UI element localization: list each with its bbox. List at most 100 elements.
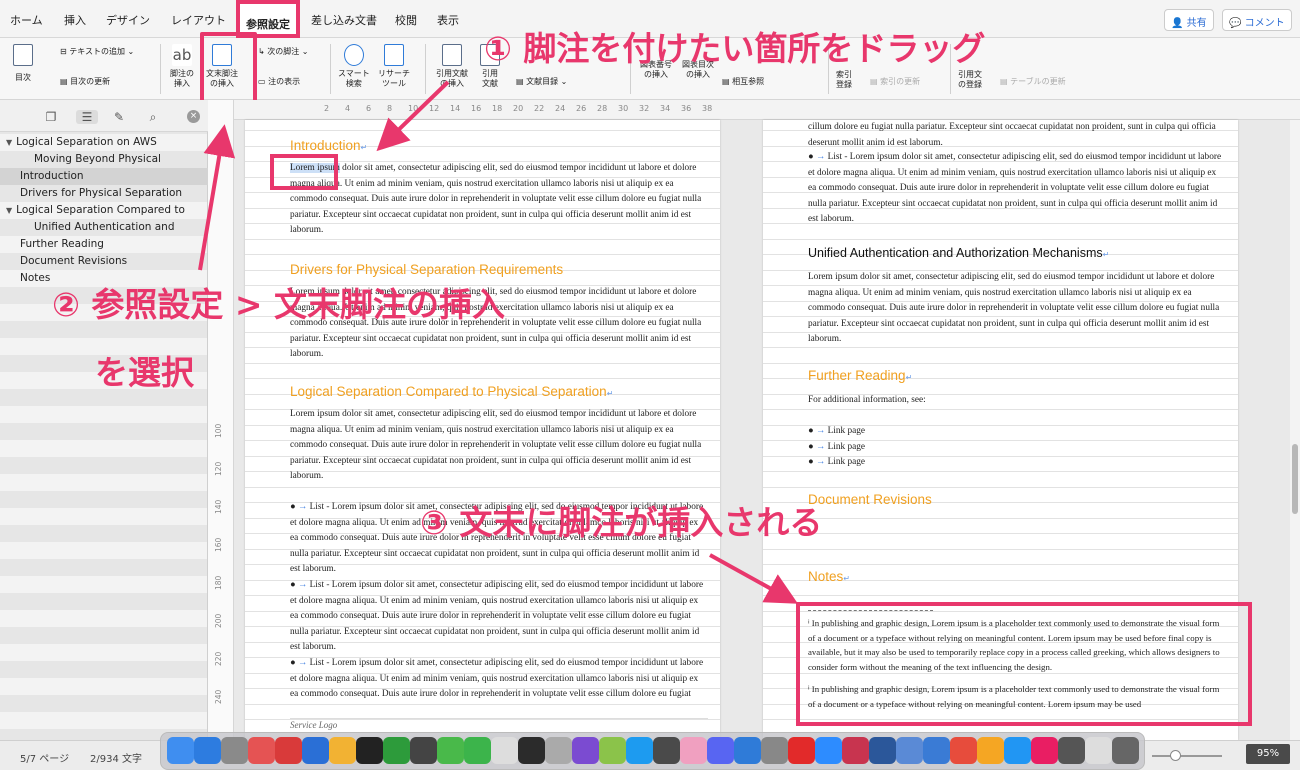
- toc-button[interactable]: 目次: [13, 44, 33, 83]
- paragraph-logical[interactable]: Lorem ipsum dolor sit amet, consectetur …: [290, 407, 708, 485]
- comment-button[interactable]: 💬 コメント: [1222, 9, 1292, 31]
- list-item[interactable]: ● → List - Lorem ipsum dolor sit amet, c…: [808, 150, 1226, 228]
- scrollbar-thumb[interactable]: [1292, 444, 1298, 514]
- paragraph-top[interactable]: cillum dolore eu fugiat nulla pariatur. …: [808, 120, 1226, 151]
- paragraph-intro[interactable]: Lorem ipsum dolor sit amet, consectetur …: [290, 161, 708, 239]
- bibliography-button[interactable]: ▤ 文献目録 ⌄: [516, 76, 567, 87]
- heading-document-revisions[interactable]: Document Revisions: [808, 492, 932, 507]
- dock-app-icon[interactable]: [518, 737, 545, 764]
- dock-app-icon[interactable]: [1004, 737, 1031, 764]
- heading-drivers[interactable]: Drivers for Physical Separation Requirem…: [290, 262, 563, 277]
- dock-app-icon[interactable]: [437, 737, 464, 764]
- dock-app-icon[interactable]: [383, 737, 410, 764]
- expand-triangle-icon[interactable]: ▼: [6, 138, 12, 147]
- sidebar-item[interactable]: Document Revisions: [0, 253, 208, 270]
- update-toc-button[interactable]: ▤ 目次の更新: [60, 76, 110, 87]
- cross-reference-button[interactable]: ▤ 相互参照: [722, 76, 764, 87]
- sidebar-item[interactable]: Drivers for Physical Separation: [0, 185, 208, 202]
- tab-home[interactable]: ホーム: [10, 12, 43, 28]
- thumbnails-icon[interactable]: ❐: [44, 110, 58, 124]
- dock-app-icon[interactable]: [356, 737, 383, 764]
- heading-notes[interactable]: Notes↵: [808, 569, 850, 584]
- tab-insert[interactable]: 挿入: [64, 12, 86, 28]
- update-table-button[interactable]: ▤ テーブルの更新: [1000, 76, 1066, 87]
- add-text-button[interactable]: ⊟ テキストの追加 ⌄: [60, 46, 134, 57]
- dock-app-icon[interactable]: [977, 737, 1004, 764]
- page-count[interactable]: 5/7 ページ: [20, 750, 69, 765]
- sidebar-item[interactable]: Introduction: [0, 168, 208, 185]
- smart-lookup-button[interactable]: スマート 検索: [338, 44, 370, 89]
- list-item[interactable]: ● → List - Lorem ipsum dolor sit amet, c…: [290, 656, 708, 704]
- link-item[interactable]: ● → Link page: [808, 455, 865, 471]
- dock-app-icon[interactable]: [734, 737, 761, 764]
- dock-app-icon[interactable]: [1112, 737, 1139, 764]
- link-item[interactable]: ● → Link page: [808, 424, 865, 440]
- dock-app-icon[interactable]: [815, 737, 842, 764]
- dock-app-icon[interactable]: [761, 737, 788, 764]
- vertical-ruler[interactable]: 100 120 140 160 180 200 220 240: [208, 100, 234, 740]
- tab-mailings[interactable]: 差し込み文書: [311, 12, 377, 28]
- dock-app-icon[interactable]: [194, 737, 221, 764]
- dock-app-icon[interactable]: [707, 737, 734, 764]
- zoom-slider[interactable]: [1152, 750, 1222, 761]
- sidebar-item[interactable]: ▼ Logical Separation Compared to: [0, 202, 208, 219]
- researcher-button[interactable]: リサーチ ツール: [378, 44, 410, 89]
- edit-icon[interactable]: ✎: [112, 110, 126, 124]
- dock-app-icon[interactable]: [572, 737, 599, 764]
- dock-app-icon[interactable]: [788, 737, 815, 764]
- dock-app-icon[interactable]: [410, 737, 437, 764]
- paragraph-unified[interactable]: Lorem ipsum dolor sit amet, consectetur …: [808, 270, 1226, 348]
- sidebar-item[interactable]: Moving Beyond Physical: [0, 151, 208, 168]
- sidebar-item[interactable]: ▼ Logical Separation on AWS: [0, 134, 208, 151]
- dock-app-icon[interactable]: [896, 737, 923, 764]
- dock-app-icon[interactable]: [653, 737, 680, 764]
- sidebar-item[interactable]: Further Reading: [0, 236, 208, 253]
- expand-triangle-icon[interactable]: ▼: [6, 206, 12, 215]
- share-button[interactable]: 👤 共有: [1164, 9, 1214, 31]
- zoom-level[interactable]: 95%: [1246, 744, 1290, 764]
- dock-app-icon[interactable]: [1085, 737, 1112, 764]
- dock-app-icon[interactable]: [599, 737, 626, 764]
- horizontal-ruler[interactable]: 2 4 6 8 10 12 14 16 18 20 22 24 26 28 30 32 34 36 38: [234, 100, 1300, 120]
- heading-logical[interactable]: Logical Separation Compared to Physical …: [290, 384, 613, 399]
- dock-app-icon[interactable]: [491, 737, 518, 764]
- list-item[interactable]: ● → List - Lorem ipsum dolor sit amet, c…: [290, 578, 708, 656]
- sidebar-item[interactable]: Unified Authentication and: [0, 219, 208, 236]
- vertical-scrollbar[interactable]: [1290, 120, 1300, 740]
- dock-app-icon[interactable]: [626, 737, 653, 764]
- zoom-slider-handle[interactable]: [1170, 750, 1181, 761]
- next-footnote-button[interactable]: ↳ 次の脚注 ⌄: [258, 46, 309, 57]
- dock-app-icon[interactable]: [1058, 737, 1085, 764]
- dock-app-icon[interactable]: [923, 737, 950, 764]
- heading-introduction[interactable]: Introduction↵: [290, 138, 367, 153]
- link-item[interactable]: ● → Link page: [808, 440, 865, 456]
- mark-citation-button[interactable]: 引用文 の登録: [958, 70, 982, 90]
- dock-app-icon[interactable]: [545, 737, 572, 764]
- dock-app-icon[interactable]: [302, 737, 329, 764]
- tab-design[interactable]: デザイン: [106, 12, 150, 28]
- update-index-button[interactable]: ▤ 索引の更新: [870, 76, 920, 87]
- heading-further-reading[interactable]: Further Reading↵: [808, 368, 912, 383]
- dock-app-icon[interactable]: [275, 737, 302, 764]
- tab-review[interactable]: 校閲: [395, 12, 417, 28]
- dock-app-icon[interactable]: [464, 737, 491, 764]
- tab-layout[interactable]: レイアウト: [171, 12, 226, 28]
- word-count[interactable]: 2/934 文字: [90, 750, 142, 765]
- insert-footnote-button[interactable]: ab 脚注の 挿入: [170, 44, 194, 89]
- tab-view[interactable]: 表示: [437, 12, 459, 28]
- close-icon[interactable]: ×: [187, 110, 200, 123]
- dock-app-icon[interactable]: [221, 737, 248, 764]
- dock-app-icon[interactable]: [1031, 737, 1058, 764]
- mark-entry-button[interactable]: 索引 登録: [836, 70, 852, 90]
- dock-app-icon[interactable]: [950, 737, 977, 764]
- outline-icon[interactable]: ☰: [76, 110, 98, 124]
- dock-app-icon[interactable]: [329, 737, 356, 764]
- dock-app-icon[interactable]: [869, 737, 896, 764]
- dock-app-icon[interactable]: [842, 737, 869, 764]
- dock-app-icon[interactable]: [680, 737, 707, 764]
- heading-unified[interactable]: Unified Authentication and Authorization…: [808, 246, 1109, 260]
- search-icon[interactable]: ⌕: [146, 110, 160, 124]
- dock-app-icon[interactable]: [248, 737, 275, 764]
- dock-app-icon[interactable]: [167, 737, 194, 764]
- show-notes-button[interactable]: ▭ 注の表示: [258, 76, 300, 87]
